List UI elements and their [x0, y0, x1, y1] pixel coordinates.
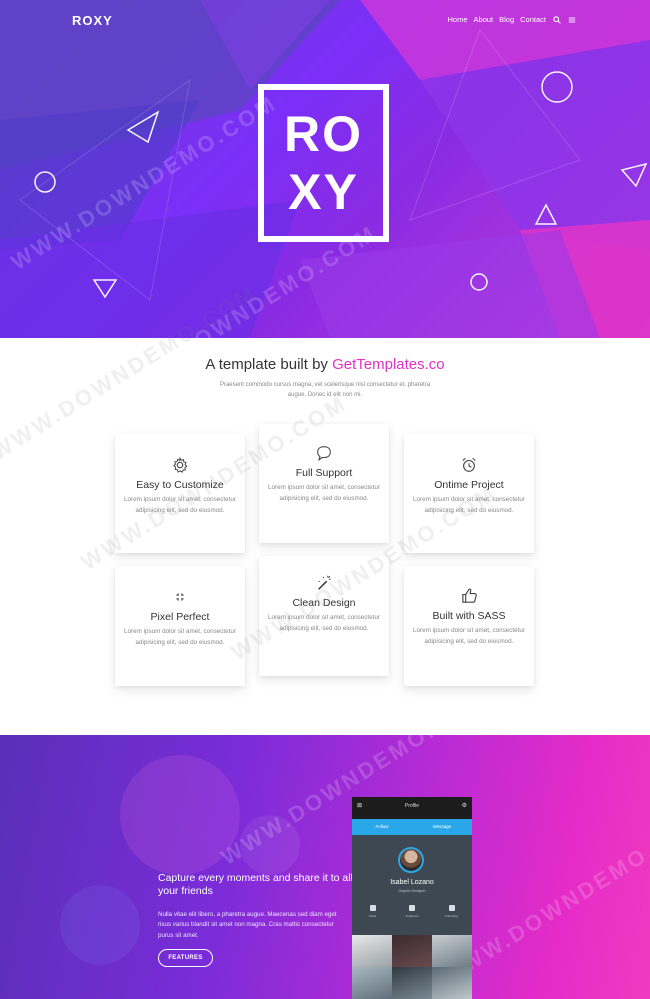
phone-mockup: ⊠ Profile ⚙ Follow Message Isabel Lozano…: [352, 797, 472, 999]
feature-text: Lorem ipsum dolor sit amet, consectetur …: [124, 496, 236, 514]
search-icon[interactable]: [552, 15, 561, 24]
thumbs-up-icon: [461, 588, 477, 603]
feature-card: Ontime Project Lorem ipsum dolor sit ame…: [404, 434, 534, 553]
feature-title: Built with SASS: [432, 610, 506, 622]
profile-role: Graphic Designer: [398, 889, 426, 893]
hero-logo-box: RO XY: [258, 84, 389, 242]
bookmark-icon: [369, 905, 376, 911]
feature-card: Clean Design Lorem ipsum dolor sit amet,…: [259, 556, 389, 676]
feature-text: Lorem ipsum dolor sit amet, consectetur …: [268, 614, 380, 632]
photo-thumb: [352, 967, 392, 999]
profile-stats: Posts Followers Following: [360, 905, 464, 918]
nav-home[interactable]: Home: [448, 15, 468, 24]
intro-subtitle: Praesent commodo cursus magna, vel scele…: [219, 382, 431, 398]
photo-thumb: [392, 967, 432, 999]
intro-title: A template built by GetTemplates.co: [0, 356, 650, 373]
photo-thumb: [352, 935, 392, 967]
avatar: [398, 847, 424, 873]
feature-card: Pixel Perfect Lorem ipsum dolor sit amet…: [115, 566, 245, 686]
hero-section: ROXY Home About Blog Contact RO XY WWW.D…: [0, 0, 650, 338]
feature-card: Full Support Lorem ipsum dolor sit amet,…: [259, 424, 389, 543]
pixel-icon: [176, 593, 184, 601]
feature-title: Ontime Project: [434, 479, 504, 491]
showcase-title: Capture every moments and share it to al…: [158, 872, 353, 897]
phone-header: ⊠ Profile ⚙: [352, 797, 472, 819]
phone-header-title: Profile: [404, 803, 420, 809]
gear-icon: [173, 456, 188, 473]
alarm-clock-icon: [462, 457, 476, 472]
feature-title: Clean Design: [292, 597, 356, 609]
background-bokeh: [60, 885, 140, 965]
showcase-section: WWW.DOWNDEMO.COM WWW.DOWNDEMO.COM: [0, 735, 650, 999]
profile-name: Isabel Lozano: [390, 879, 434, 886]
feature-text: Lorem ipsum dolor sit amet, consectetur …: [413, 496, 525, 514]
menu-icon[interactable]: [567, 15, 576, 24]
site-logo[interactable]: ROXY: [72, 13, 113, 28]
intro-title-prefix: A template built by: [205, 356, 333, 373]
phone-tab-message: Message: [432, 824, 452, 829]
heart-icon: [409, 905, 415, 911]
phone-tabs: Follow Message: [352, 819, 472, 835]
main-menu: Home About Blog Contact: [448, 15, 577, 24]
stat-followers: Followers: [400, 905, 425, 918]
feature-title: Pixel Perfect: [150, 611, 210, 623]
photo-grid: [352, 935, 472, 999]
photo-thumb: [392, 935, 432, 967]
stat-posts: Posts: [360, 905, 385, 918]
nav-blog[interactable]: Blog: [499, 15, 514, 24]
phone-profile: Isabel Lozano Graphic Designer Posts Fol…: [352, 835, 472, 935]
top-navbar: ROXY Home About Blog Contact: [0, 0, 650, 40]
stat-following: Following: [439, 905, 464, 918]
background-bokeh: [120, 755, 240, 875]
feature-card: Easy to Customize Lorem ipsum dolor sit …: [115, 434, 245, 553]
magic-wand-icon: [318, 575, 331, 590]
feature-card: Built with SASS Lorem ipsum dolor sit am…: [404, 566, 534, 686]
background-bokeh: [240, 815, 300, 875]
feature-title: Easy to Customize: [136, 479, 224, 491]
hero-logo-line1: RO: [284, 106, 363, 162]
user-icon: [448, 905, 455, 911]
phone-settings-icon: ⚙: [461, 803, 467, 809]
intro-title-brand[interactable]: GetTemplates.co: [332, 356, 445, 373]
features-button[interactable]: FEATURES: [158, 949, 213, 967]
nav-about[interactable]: About: [474, 15, 494, 24]
photo-thumb: [432, 967, 472, 999]
hero-logo-line2: XY: [288, 164, 359, 220]
feature-title: Full Support: [295, 467, 353, 479]
feature-text: Lorem ipsum dolor sit amet, consectetur …: [268, 484, 380, 502]
showcase-text: Nulla vitae elit libero, a pharetra augu…: [158, 911, 337, 939]
phone-tab-follow: Follow: [375, 824, 389, 829]
chat-icon: [317, 446, 331, 462]
photo-thumb: [432, 935, 472, 967]
feature-text: Lorem ipsum dolor sit amet, consectetur …: [413, 627, 525, 645]
feature-text: Lorem ipsum dolor sit amet, consectetur …: [124, 628, 236, 646]
nav-contact[interactable]: Contact: [520, 15, 546, 24]
